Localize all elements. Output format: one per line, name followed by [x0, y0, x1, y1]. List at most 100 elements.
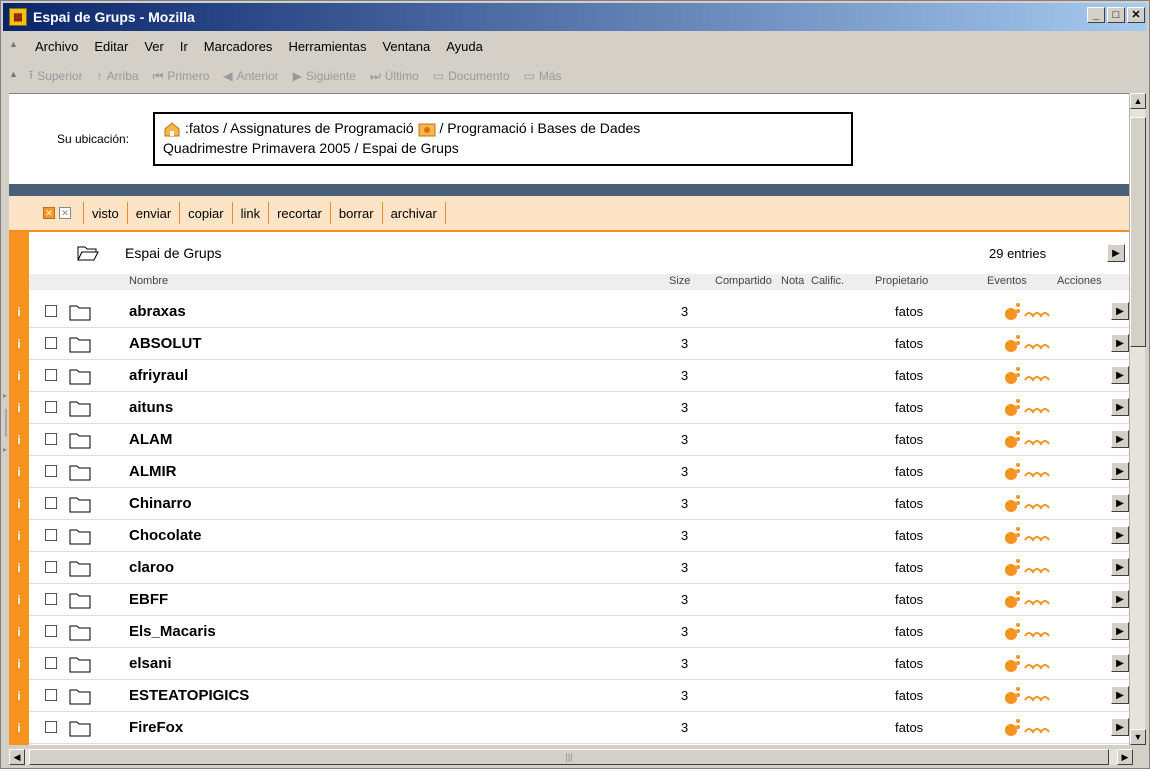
horizontal-scrollbar[interactable]: ◀ ||| ▶: [9, 749, 1133, 765]
row-name[interactable]: Chinarro: [129, 495, 192, 512]
row-checkbox[interactable]: [45, 529, 57, 541]
row-actions-button[interactable]: ▶: [1111, 526, 1129, 544]
action-link[interactable]: link: [241, 206, 261, 221]
events-icon[interactable]: [1003, 590, 1063, 610]
sidebar-grip[interactable]: ▸ ║ ║ ║ ▸: [3, 391, 9, 481]
info-icon[interactable]: i: [9, 424, 29, 455]
events-icon[interactable]: [1003, 398, 1063, 418]
folder-icon[interactable]: [69, 303, 91, 321]
info-icon[interactable]: i: [9, 680, 29, 711]
select-all-checkbox[interactable]: ✕: [43, 207, 55, 219]
folder-icon[interactable]: [69, 591, 91, 609]
info-icon[interactable]: i: [9, 456, 29, 487]
row-checkbox[interactable]: [45, 561, 57, 573]
action-enviar[interactable]: enviar: [136, 206, 171, 221]
row-actions-button[interactable]: ▶: [1111, 302, 1129, 320]
row-actions-button[interactable]: ▶: [1111, 462, 1129, 480]
close-button[interactable]: ✕: [1127, 7, 1145, 23]
info-icon[interactable]: i: [9, 488, 29, 519]
row-actions-button[interactable]: ▶: [1111, 494, 1129, 512]
row-checkbox[interactable]: [45, 465, 57, 477]
maximize-button[interactable]: □: [1107, 7, 1125, 23]
menu-marcadores[interactable]: Marcadores: [204, 39, 273, 54]
menu-ventana[interactable]: Ventana: [382, 39, 430, 54]
col-calific[interactable]: Calific.: [811, 275, 844, 287]
events-icon[interactable]: [1003, 654, 1063, 674]
row-checkbox[interactable]: [45, 721, 57, 733]
breadcrumb-part-1[interactable]: :fatos / Assignatures de Programació: [185, 120, 414, 136]
row-checkbox[interactable]: [45, 593, 57, 605]
scroll-thumb[interactable]: |||: [29, 749, 1109, 765]
row-name[interactable]: Chocolate: [129, 527, 202, 544]
row-actions-button[interactable]: ▶: [1111, 334, 1129, 352]
row-name[interactable]: claroo: [129, 559, 174, 576]
folder-icon[interactable]: [69, 367, 91, 385]
folder-icon[interactable]: [69, 623, 91, 641]
row-name[interactable]: FireFox: [129, 719, 183, 736]
scroll-up-button[interactable]: ▲: [1130, 93, 1146, 109]
row-checkbox[interactable]: [45, 625, 57, 637]
events-icon[interactable]: [1003, 558, 1063, 578]
events-icon[interactable]: [1003, 366, 1063, 386]
row-actions-button[interactable]: ▶: [1111, 590, 1129, 608]
row-name[interactable]: afriyraul: [129, 367, 188, 384]
events-icon[interactable]: [1003, 526, 1063, 546]
col-nombre[interactable]: Nombre: [129, 275, 168, 287]
folder-icon[interactable]: [69, 463, 91, 481]
action-recortar[interactable]: recortar: [277, 206, 322, 221]
select-none-checkbox[interactable]: ✕: [59, 207, 71, 219]
action-visto[interactable]: visto: [92, 206, 119, 221]
row-actions-button[interactable]: ▶: [1111, 686, 1129, 704]
nav-ultimo[interactable]: ⏭ Último: [370, 69, 419, 84]
info-icon[interactable]: i: [9, 360, 29, 391]
info-icon[interactable]: i: [9, 520, 29, 551]
menu-ver[interactable]: Ver: [144, 39, 164, 54]
nav-mas[interactable]: ▭ Más: [524, 69, 562, 83]
nav-primero[interactable]: ⏮ Primero: [153, 69, 210, 84]
row-name[interactable]: abraxas: [129, 303, 186, 320]
row-name[interactable]: Els_Macaris: [129, 623, 216, 640]
row-checkbox[interactable]: [45, 657, 57, 669]
row-checkbox[interactable]: [45, 369, 57, 381]
scroll-down-button[interactable]: ▼: [1130, 729, 1146, 745]
nav-superior[interactable]: ⭱ Superior: [29, 66, 83, 87]
col-compartido[interactable]: Compartido: [715, 275, 772, 287]
events-icon[interactable]: [1003, 718, 1063, 738]
folder-icon[interactable]: [69, 527, 91, 545]
breadcrumb-part-2[interactable]: / Programació i Bases de Dades: [440, 120, 641, 136]
info-icon[interactable]: i: [9, 584, 29, 615]
folder-icon[interactable]: [69, 719, 91, 737]
row-name[interactable]: elsani: [129, 655, 172, 672]
folder-icon[interactable]: [69, 687, 91, 705]
info-icon[interactable]: i: [9, 392, 29, 423]
row-name[interactable]: aituns: [129, 399, 173, 416]
nav-siguiente[interactable]: ▶ Siguiente: [293, 69, 356, 83]
row-actions-button[interactable]: ▶: [1111, 718, 1129, 736]
events-icon[interactable]: [1003, 494, 1063, 514]
events-icon[interactable]: [1003, 430, 1063, 450]
scroll-left-button[interactable]: ◀: [9, 749, 25, 765]
info-icon[interactable]: i: [9, 328, 29, 359]
menu-archivo[interactable]: Archivo: [35, 39, 78, 54]
col-size[interactable]: Size: [669, 275, 690, 287]
folder-icon[interactable]: [69, 495, 91, 513]
info-icon[interactable]: i: [9, 552, 29, 583]
events-icon[interactable]: [1003, 302, 1063, 322]
nav-documento[interactable]: ▭ Documento: [433, 69, 510, 83]
toolbar-grip[interactable]: ▲: [9, 69, 21, 85]
nav-arriba[interactable]: ↑ Arriba: [97, 69, 139, 83]
info-icon[interactable]: i: [9, 616, 29, 647]
menu-ir[interactable]: Ir: [180, 39, 188, 54]
nav-anterior[interactable]: ◀ Anterior: [223, 69, 278, 83]
info-icon[interactable]: i: [9, 648, 29, 679]
row-actions-button[interactable]: ▶: [1111, 430, 1129, 448]
folder-icon[interactable]: [69, 399, 91, 417]
toolbar-grip[interactable]: ▲: [9, 39, 21, 55]
row-actions-button[interactable]: ▶: [1111, 654, 1129, 672]
row-actions-button[interactable]: ▶: [1111, 366, 1129, 384]
action-archivar[interactable]: archivar: [391, 206, 437, 221]
menu-ayuda[interactable]: Ayuda: [446, 39, 483, 54]
events-icon[interactable]: [1003, 334, 1063, 354]
folder-icon[interactable]: [69, 335, 91, 353]
action-copiar[interactable]: copiar: [188, 206, 223, 221]
